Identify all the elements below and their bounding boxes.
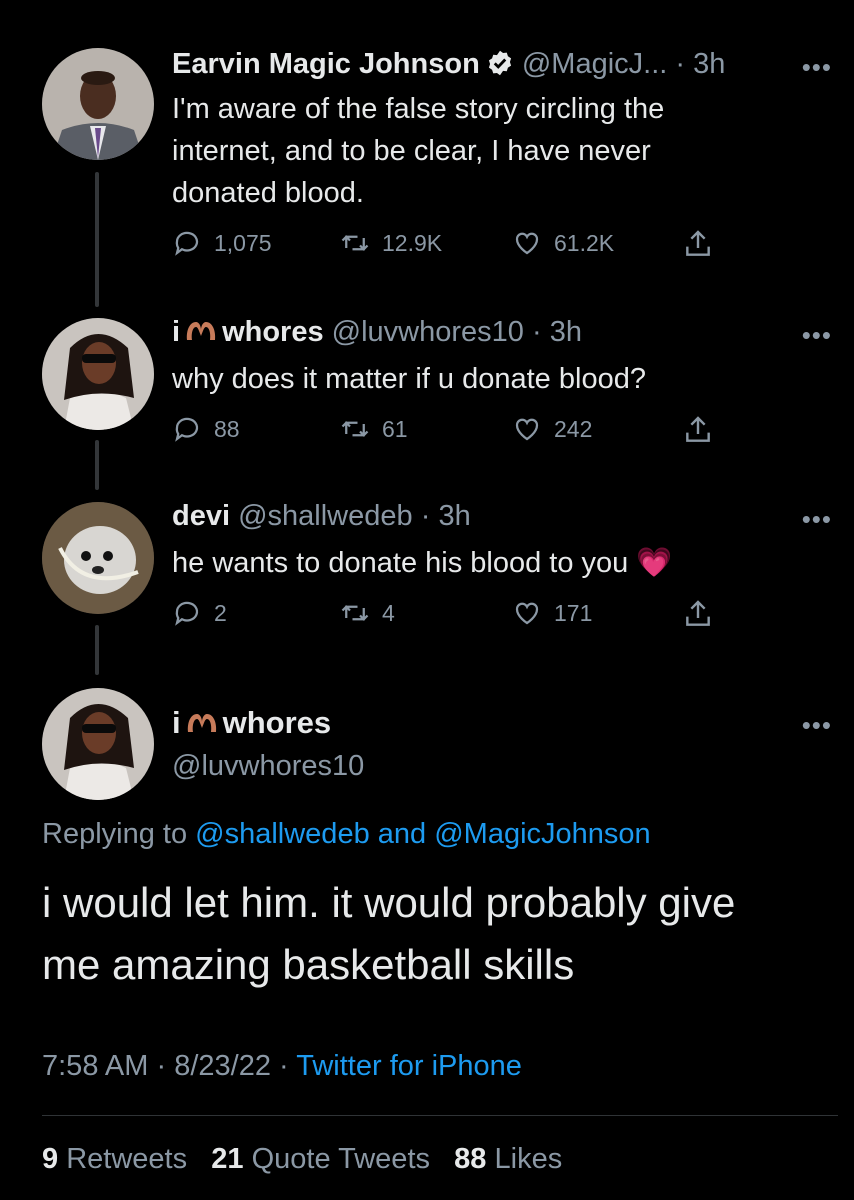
quote-tweets-count: 21 (211, 1143, 244, 1175)
display-name-prefix: i (172, 705, 181, 740)
replying-to: Replying to @shallwedeb and @MagicJohnso… (42, 818, 651, 851)
likes-count: 88 (454, 1143, 487, 1175)
replying-to-label: Replying to (42, 818, 188, 850)
quote-tweets-stat[interactable]: 21 Quote Tweets (211, 1143, 430, 1175)
main-tweet: i whores @luvwhores10 ••• Replying to @sh… (0, 0, 854, 1200)
separator-dot: · (156, 1050, 167, 1082)
main-tweet-text: i would let him. it would probably give … (42, 872, 814, 996)
likes-label: Likes (494, 1143, 563, 1175)
mention-magicjohnson[interactable]: @MagicJohnson (434, 818, 650, 850)
tweet-date: 8/23/22 (174, 1050, 271, 1082)
quote-tweets-label: Quote Tweets (251, 1143, 430, 1175)
mention-shallwedeb[interactable]: @shallwedeb (195, 818, 370, 850)
divider (42, 1115, 838, 1116)
engagement-stats: 9 Retweets 21 Quote Tweets 88 Likes (42, 1143, 562, 1176)
tweet-text-line: i would let him. it would probably give (42, 879, 736, 926)
tweet-text-line: me amazing basketball skills (42, 941, 575, 988)
retweets-label: Retweets (66, 1143, 188, 1175)
tweet-source-link[interactable]: Twitter for iPhone (296, 1050, 522, 1082)
display-name[interactable]: i whores (172, 705, 331, 744)
heart-hands-emoji-icon (185, 708, 219, 744)
separator-dot: · (279, 1050, 289, 1082)
tweet-metadata: 7:58 AM · 8/23/22 · Twitter for iPhone (42, 1050, 522, 1083)
avatar-photo-icon (42, 688, 154, 800)
likes-stat[interactable]: 88 Likes (454, 1143, 562, 1175)
display-name-suffix: whores (222, 705, 332, 740)
tweet-time: 7:58 AM (42, 1050, 149, 1082)
retweets-count: 9 (42, 1143, 59, 1175)
retweets-stat[interactable]: 9 Retweets (42, 1143, 187, 1175)
user-handle[interactable]: @luvwhores10 (172, 750, 364, 783)
replying-and[interactable]: and (378, 818, 426, 850)
more-options-icon[interactable]: ••• (802, 710, 832, 741)
avatar-luvwhores10-main[interactable] (42, 688, 154, 800)
